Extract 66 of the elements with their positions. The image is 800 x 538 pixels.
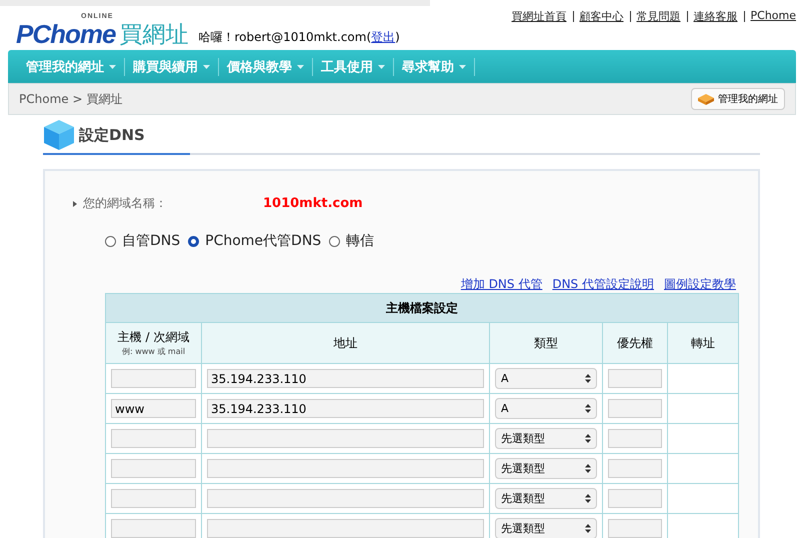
top-link[interactable]: 顧客中心 <box>580 9 624 50</box>
type-dropdown[interactable]: 先選類型 <box>495 458 597 479</box>
updown-arrows-icon <box>585 434 591 443</box>
help-link[interactable]: DNS 代管設定說明 <box>552 276 654 293</box>
column-header: 優先權 <box>602 322 668 364</box>
caret-icon <box>459 64 466 68</box>
help-link[interactable]: 增加 DNS 代管 <box>460 276 542 293</box>
caret-icon <box>203 64 210 68</box>
priority-field[interactable] <box>608 459 662 478</box>
box-icon <box>698 93 714 105</box>
address-field[interactable] <box>207 459 484 478</box>
host-field[interactable] <box>111 519 196 538</box>
type-dropdown[interactable]: 先選類型 <box>495 428 597 449</box>
domain-label: 您的網域名稱： <box>83 195 168 212</box>
address-field[interactable]: 35.194.233.110 <box>207 399 484 418</box>
updown-arrows-icon <box>585 374 591 383</box>
dns-option[interactable]: 轉信 <box>329 232 374 250</box>
priority-field[interactable] <box>608 369 662 388</box>
host-field[interactable] <box>111 459 196 478</box>
cube-icon <box>43 119 75 151</box>
address-field[interactable]: 35.194.233.110 <box>207 369 484 388</box>
top-link[interactable]: 連絡客服 <box>694 9 738 50</box>
column-header: 地址 <box>202 322 490 364</box>
address-field[interactable] <box>207 489 484 508</box>
caret-icon <box>109 64 116 68</box>
top-link[interactable]: 買網址首頁 <box>512 9 566 50</box>
host-field[interactable] <box>111 489 196 508</box>
address-field[interactable] <box>207 519 484 538</box>
help-link[interactable]: 圖例設定教學 <box>664 276 736 293</box>
updown-arrows-icon <box>585 404 591 413</box>
column-header: 主機 / 次網域 例: www 或 mail <box>106 322 202 364</box>
bullet-icon <box>73 200 77 206</box>
table-caption: 主機檔案設定 <box>106 294 738 322</box>
type-dropdown[interactable]: A <box>495 398 597 419</box>
caret-icon <box>297 64 304 68</box>
radio-button[interactable] <box>188 236 200 246</box>
host-field[interactable] <box>111 429 196 448</box>
top-link[interactable]: PChome <box>750 9 796 50</box>
greeting-text: 哈囉！robert@1010mkt.com(登出) <box>198 29 400 46</box>
address-field[interactable] <box>207 429 484 448</box>
type-dropdown[interactable]: 先選類型 <box>495 518 597 538</box>
breadcrumb: PChome > 買網址 <box>19 90 122 108</box>
type-dropdown[interactable]: A <box>495 368 597 389</box>
radio-button[interactable] <box>329 236 340 246</box>
dns-option[interactable]: PChome代管DNS <box>188 232 322 250</box>
manage-domains-button[interactable]: 管理我的網址 <box>691 88 785 110</box>
type-dropdown[interactable]: 先選類型 <box>495 488 597 509</box>
updown-arrows-icon <box>585 464 591 473</box>
domain-name: 1010mkt.com <box>263 196 363 211</box>
priority-field[interactable] <box>608 489 662 508</box>
column-header: 類型 <box>490 322 602 364</box>
updown-arrows-icon <box>585 494 591 503</box>
dns-option[interactable]: 自管DNS <box>105 232 180 250</box>
priority-field[interactable] <box>608 399 662 418</box>
host-field[interactable]: www <box>111 399 196 418</box>
priority-field[interactable] <box>608 429 662 448</box>
top-link[interactable]: 常見問題 <box>636 9 680 50</box>
caret-icon <box>378 64 385 68</box>
priority-field[interactable] <box>608 519 662 538</box>
product-name: 買網址 <box>119 21 188 50</box>
updown-arrows-icon <box>585 524 591 533</box>
radio-button[interactable] <box>105 236 116 246</box>
host-field[interactable] <box>111 369 196 388</box>
column-header: 轉址 <box>668 322 738 364</box>
section-title: 設定DNS <box>79 126 145 144</box>
logout-link[interactable]: 登出 <box>371 30 396 44</box>
